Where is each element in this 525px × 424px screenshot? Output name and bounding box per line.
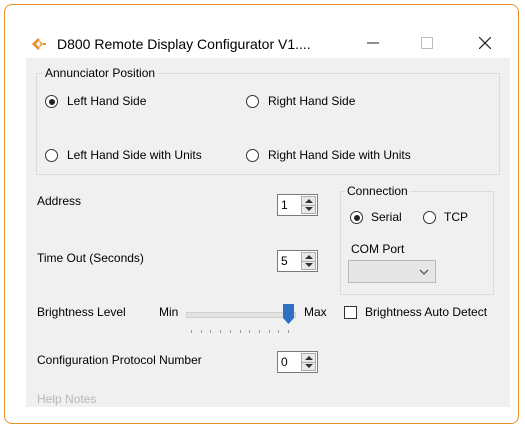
close-button[interactable]: [465, 31, 505, 55]
slider-tick: [210, 330, 212, 333]
radio-serial[interactable]: [350, 211, 363, 224]
chevron-down-icon: [419, 269, 429, 275]
protocol-label: Configuration Protocol Number: [37, 353, 202, 367]
minimize-button[interactable]: [353, 31, 393, 55]
slider-track: [186, 312, 296, 318]
radio-right-hand-side-units-label: Right Hand Side with Units: [268, 148, 411, 162]
stepper-up-icon: [305, 356, 313, 360]
radio-right-hand-side-label: Right Hand Side: [268, 94, 356, 108]
timeout-value: 5: [281, 254, 288, 268]
brightness-min-label: Min: [159, 305, 179, 319]
timeout-stepper-arrows[interactable]: [301, 252, 316, 270]
connection-group-label: Connection: [345, 184, 410, 198]
slider-tick: [278, 330, 280, 333]
address-stepper[interactable]: 1: [277, 194, 318, 216]
brightness-label: Brightness Level: [37, 305, 126, 319]
window-title: D800 Remote Display Configurator V1....: [57, 36, 311, 52]
close-icon: [479, 37, 491, 49]
timeout-stepper[interactable]: 5: [277, 250, 318, 272]
slider-tick: [239, 330, 241, 333]
slider-tick: [191, 330, 192, 333]
address-stepper-arrows[interactable]: [301, 196, 316, 214]
radio-left-hand-side[interactable]: [45, 95, 58, 108]
protocol-stepper-arrows[interactable]: [301, 353, 316, 371]
com-port-select[interactable]: [348, 260, 436, 283]
help-notes-label: Help Notes: [37, 392, 97, 406]
protocol-stepper[interactable]: 0: [277, 351, 318, 373]
annunciator-group-label: Annunciator Position: [43, 66, 158, 80]
slider-tick: [258, 330, 260, 333]
radio-tcp-label: TCP: [444, 210, 468, 224]
brightness-auto-detect-checkbox[interactable]: [344, 306, 357, 319]
slider-tick: [200, 330, 202, 333]
radio-serial-label: Serial: [371, 210, 402, 224]
radio-right-hand-side-units[interactable]: [246, 149, 259, 162]
stepper-down-icon: [305, 207, 313, 211]
radio-right-hand-side[interactable]: [246, 95, 259, 108]
maximize-icon: [421, 37, 433, 49]
slider-tick: [288, 330, 289, 333]
stepper-down-icon: [305, 364, 313, 368]
app-logo-icon: [32, 38, 46, 50]
maximize-button[interactable]: [407, 31, 447, 55]
radio-tcp[interactable]: [423, 211, 436, 224]
stepper-down-icon: [305, 263, 313, 267]
slider-thumb[interactable]: [283, 304, 294, 324]
address-value: 1: [281, 198, 288, 212]
radio-left-hand-side-units[interactable]: [45, 149, 58, 162]
minimize-icon: [367, 42, 379, 44]
slider-tick: [249, 330, 251, 333]
radio-left-hand-side-label: Left Hand Side: [67, 94, 147, 108]
stepper-up-icon: [305, 199, 313, 203]
stepper-up-icon: [305, 255, 313, 259]
brightness-max-label: Max: [304, 305, 327, 319]
client-area: Annunciator Position Left Hand Side Righ…: [26, 58, 510, 407]
timeout-label: Time Out (Seconds): [37, 251, 144, 265]
slider-tick: [229, 330, 231, 333]
slider-tick: [220, 330, 222, 333]
slider-tick: [268, 330, 270, 333]
protocol-value: 0: [281, 355, 288, 369]
title-bar: D800 Remote Display Configurator V1....: [5, 5, 518, 57]
brightness-slider[interactable]: [186, 304, 298, 336]
brightness-auto-detect-label: Brightness Auto Detect: [365, 305, 488, 319]
radio-left-hand-side-units-label: Left Hand Side with Units: [67, 148, 202, 162]
address-label: Address: [37, 194, 82, 208]
com-port-label: COM Port: [351, 242, 405, 256]
